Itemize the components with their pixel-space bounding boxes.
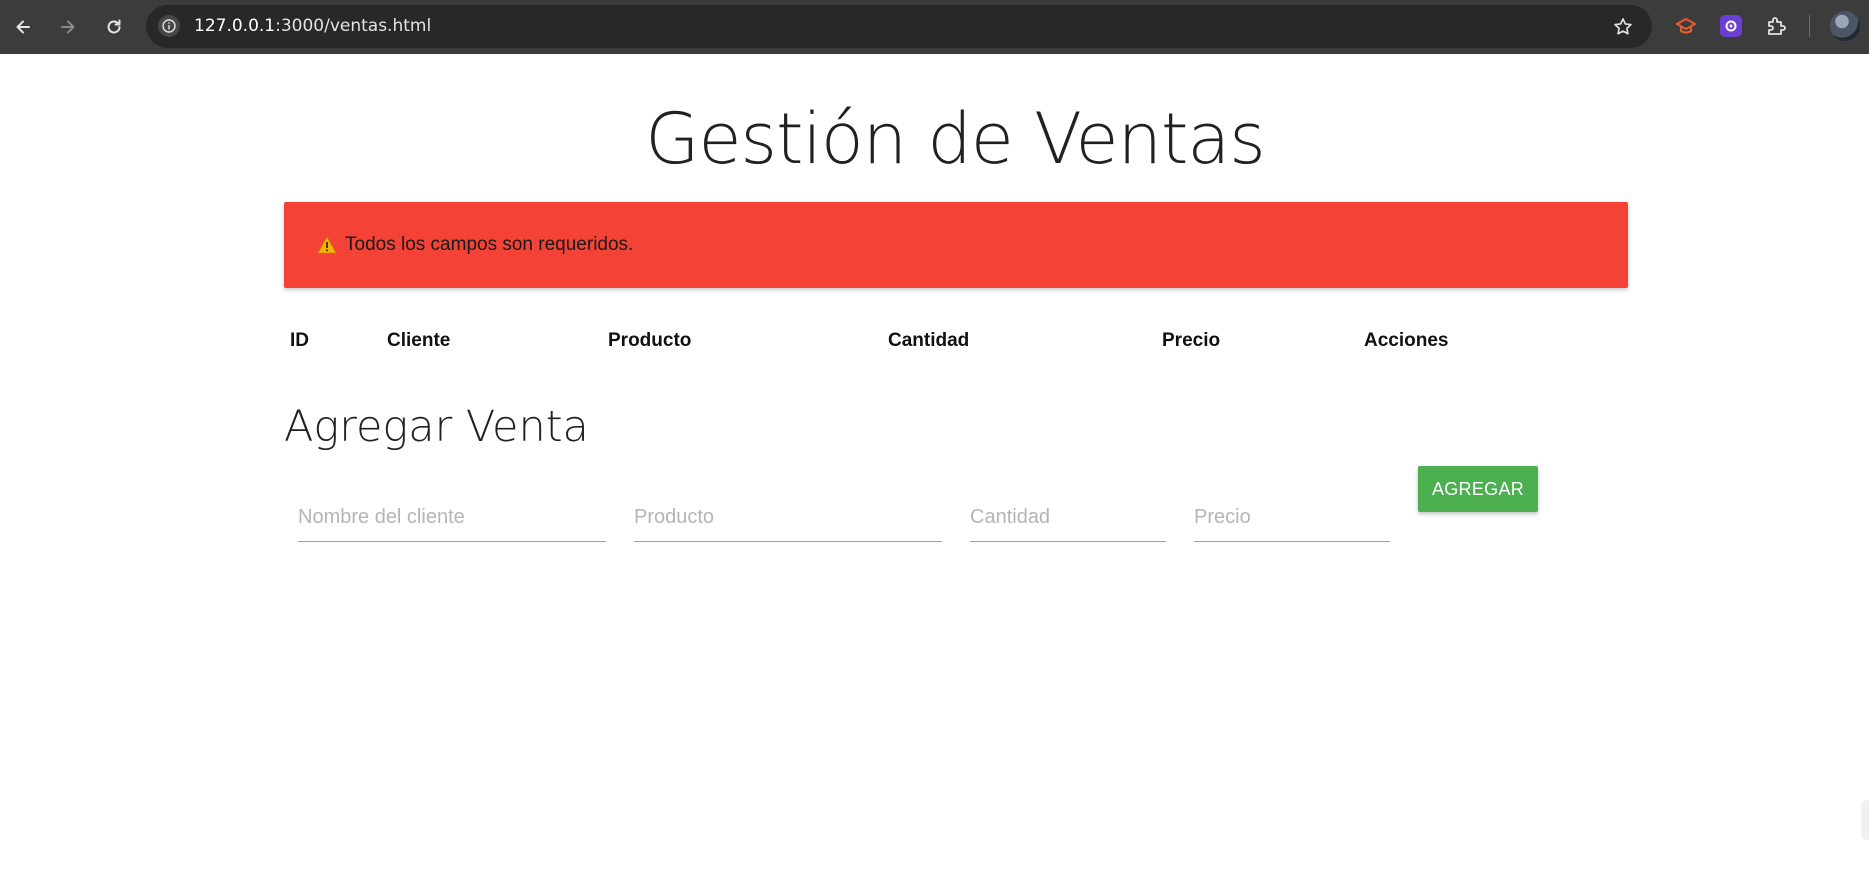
column-header-acciones: Acciones	[1364, 330, 1449, 351]
graduation-cap-icon	[1676, 18, 1696, 34]
settings-icon	[1720, 15, 1742, 37]
star-icon[interactable]	[1612, 16, 1634, 38]
forward-icon	[61, 20, 75, 34]
warning-icon	[317, 236, 337, 254]
add-sale-button[interactable]: AGREGAR	[1418, 466, 1538, 512]
column-header-cantidad: Cantidad	[888, 330, 970, 351]
avatar[interactable]	[1830, 11, 1860, 41]
scrollbar[interactable]	[1861, 800, 1869, 840]
reload-button[interactable]	[97, 10, 131, 44]
form-title: Agregar Venta	[284, 402, 589, 452]
extensions-menu-button[interactable]	[1764, 14, 1788, 38]
column-header-cliente: Cliente	[387, 330, 451, 351]
product-input[interactable]	[634, 494, 942, 542]
reload-icon	[107, 19, 121, 34]
client-name-input[interactable]	[298, 494, 606, 542]
quantity-input[interactable]	[970, 494, 1166, 542]
extension-button[interactable]	[1674, 14, 1698, 38]
site-info-button[interactable]	[158, 15, 180, 37]
forward-button[interactable]	[51, 10, 85, 44]
column-header-producto: Producto	[608, 330, 692, 351]
address-bar[interactable]: 127.0.0.1:3000/ventas.html	[146, 5, 1652, 48]
back-button[interactable]	[6, 10, 40, 44]
price-input[interactable]	[1194, 494, 1390, 542]
back-icon	[16, 20, 30, 34]
url-path: :3000/ventas.html	[275, 16, 432, 36]
column-header-id: ID	[290, 330, 309, 351]
puzzle-icon	[1768, 17, 1786, 35]
url-text: 127.0.0.1:3000/ventas.html	[194, 5, 431, 48]
extension-button[interactable]	[1719, 14, 1743, 38]
browser-toolbar: 127.0.0.1:3000/ventas.html	[0, 0, 1869, 54]
column-header-precio: Precio	[1162, 330, 1221, 351]
page-title: Gestión de Ventas	[645, 98, 1266, 180]
url-host: 127.0.0.1	[194, 16, 276, 36]
info-icon	[162, 19, 176, 33]
alert-message: Todos los campos son requeridos.	[345, 234, 634, 255]
error-alert: Todos los campos son requeridos.	[284, 202, 1628, 288]
toolbar-divider	[1809, 15, 1810, 37]
